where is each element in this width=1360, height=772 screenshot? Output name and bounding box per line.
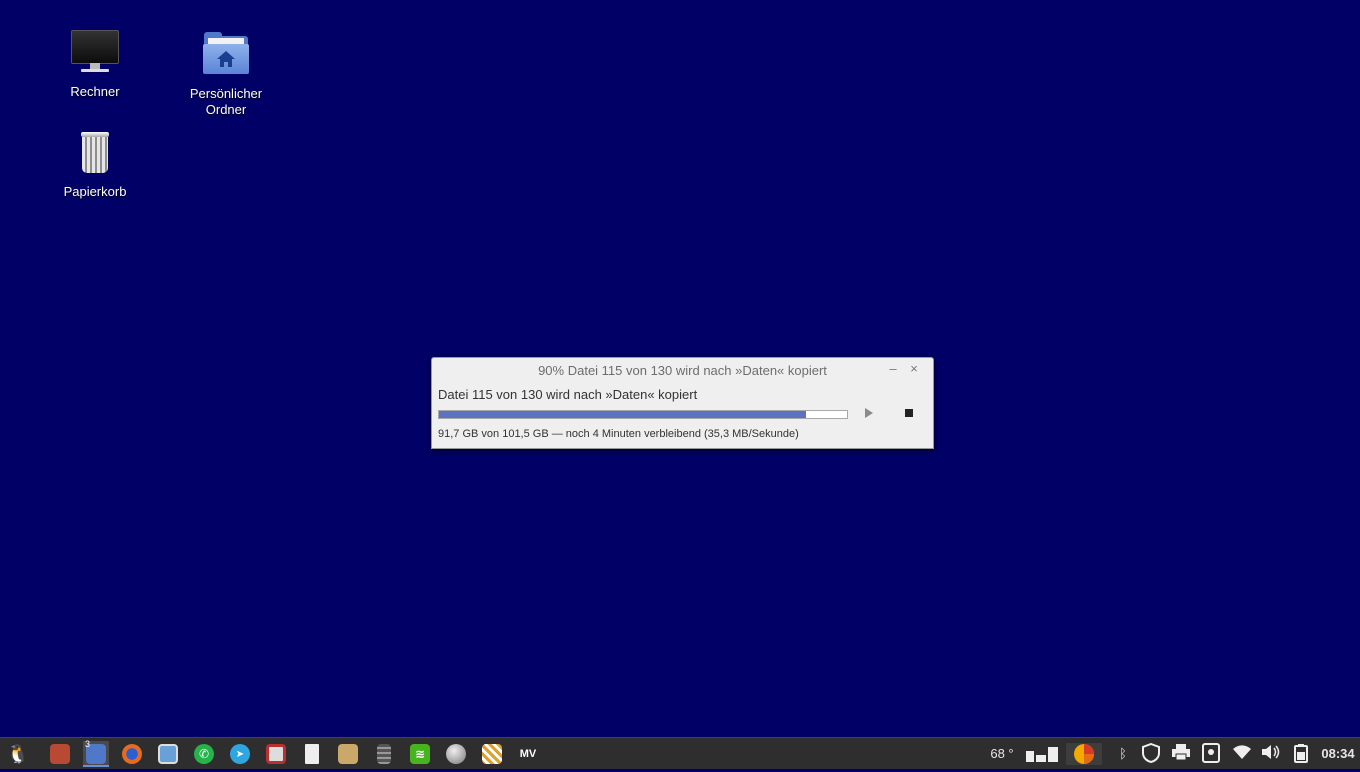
file-copy-dialog: 90% Datei 115 von 130 wird nach »Daten« …	[431, 357, 934, 449]
home-folder-icon	[200, 32, 252, 80]
desktop-icon-home-folder[interactable]: Persönlicher Ordner	[171, 32, 281, 118]
cpu-monitor[interactable]	[1066, 743, 1102, 765]
disk-icon[interactable]	[1200, 743, 1222, 765]
desktop-icon-trash[interactable]: Papierkorb	[40, 130, 150, 200]
computer-monitor-icon	[69, 30, 121, 78]
taskbar-app-mediathek[interactable]: MV	[515, 741, 541, 767]
volume-icon[interactable]	[1260, 743, 1282, 765]
clock[interactable]: 08:34	[1318, 743, 1358, 765]
wifi-icon[interactable]	[1230, 743, 1254, 765]
battery-icon[interactable]	[1290, 743, 1312, 765]
firefox-icon	[122, 744, 142, 764]
temperature-indicator[interactable]: 68 °	[985, 743, 1019, 765]
document-icon	[305, 744, 319, 764]
progress-fill	[439, 411, 807, 418]
desktop-icon-label: Papierkorb	[63, 184, 127, 199]
bluetooth-icon[interactable]: ᛒ	[1113, 743, 1133, 765]
taskbar: 🐧 3 ✆ ➤ ≋ MV 68 ° ᛒ 08:34	[0, 737, 1360, 769]
desktop-icon-label: Persönlicher Ordner	[189, 86, 263, 117]
desktop-icon-label: Rechner	[70, 84, 120, 99]
taskbar-app-image-viewer[interactable]	[335, 741, 361, 767]
taskbar-app-firefox[interactable]	[119, 741, 145, 767]
taskbar-app-spotify[interactable]: ≋	[407, 741, 433, 767]
spotify-icon: ≋	[410, 744, 430, 764]
taskbar-app-address-book[interactable]	[47, 741, 73, 767]
clapperboard-icon	[482, 744, 502, 764]
resume-button[interactable]	[862, 406, 876, 420]
globe-icon	[446, 744, 466, 764]
close-button[interactable]: ×	[906, 361, 922, 377]
copy-heading: Datei 115 von 130 wird nach »Daten« kopi…	[438, 387, 698, 402]
taskbar-app-video[interactable]	[479, 741, 505, 767]
penguin-icon: 🐧	[6, 743, 30, 764]
menu-button[interactable]: 🐧	[5, 741, 31, 767]
mediathek-icon: MV	[519, 748, 537, 760]
copy-progress-bar	[438, 410, 848, 419]
dialog-titlebar[interactable]: 90% Datei 115 von 130 wird nach »Daten« …	[432, 358, 933, 382]
desktop-icon-rechner[interactable]: Rechner	[40, 30, 150, 100]
taskbar-app-whatsapp[interactable]: ✆	[191, 741, 217, 767]
copy-status-text: 91,7 GB von 101,5 GB — noch 4 Minuten ve…	[438, 428, 799, 440]
calculator-icon	[377, 744, 391, 764]
whatsapp-icon: ✆	[194, 744, 214, 764]
taskbar-app-document[interactable]	[299, 741, 325, 767]
workspace-icon	[1026, 747, 1058, 762]
pie-chart-icon	[1074, 744, 1094, 764]
taskbar-app-file-manager[interactable]: 3	[83, 739, 109, 767]
taskbar-app-telegram[interactable]: ➤	[227, 741, 253, 767]
address-book-icon	[50, 744, 70, 764]
taskbar-app-backup[interactable]	[263, 741, 289, 767]
printer-icon[interactable]	[1170, 743, 1192, 765]
dialog-title: 90% Datei 115 von 130 wird nach »Daten« …	[538, 363, 827, 378]
taskbar-app-screenshot[interactable]	[155, 741, 181, 767]
taskbar-app-calculator[interactable]	[371, 741, 397, 767]
cancel-copy-button[interactable]	[902, 406, 916, 420]
screenshot-icon	[158, 744, 178, 764]
workspace-switcher[interactable]	[1023, 743, 1061, 765]
image-viewer-icon	[338, 744, 358, 764]
shield-icon[interactable]	[1140, 742, 1162, 765]
taskbar-app-globe[interactable]	[443, 741, 469, 767]
window-count-badge: 3	[85, 739, 91, 749]
telegram-icon: ➤	[230, 744, 250, 764]
backup-icon	[266, 744, 286, 764]
trash-icon	[69, 130, 121, 178]
minimize-button[interactable]: –	[885, 361, 901, 377]
